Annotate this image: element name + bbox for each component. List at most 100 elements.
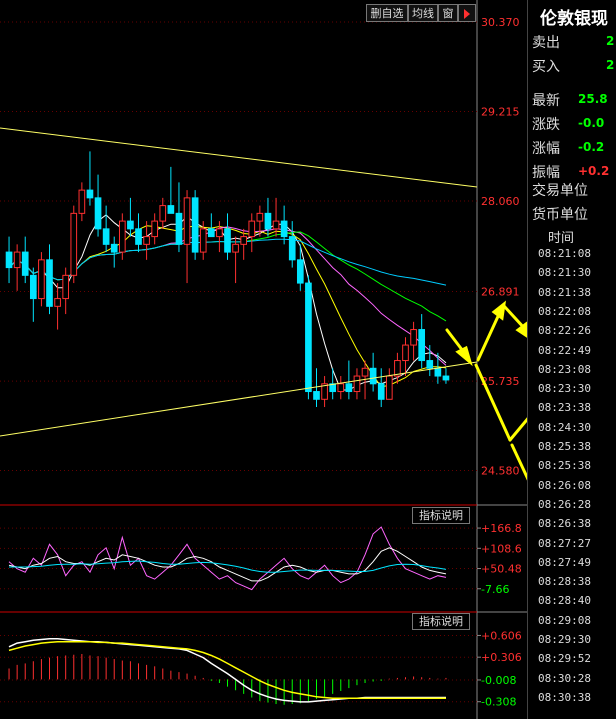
indicator-info-button-1[interactable]: 指标说明 [412,507,470,524]
ind2-tick-label: +0.306 [481,651,522,664]
ind2-tick-label: -0.008 [481,674,516,687]
quote-label: 振幅 [532,165,560,181]
candle-body [191,197,199,253]
quote-value: 2 [606,58,615,72]
tick-time: 08:30:38 [538,690,591,704]
currency-unit-label: 货币单位 [532,207,588,223]
price-tick-label: 28.060 [481,195,520,208]
tick-time: 08:21:08 [538,247,591,260]
quote-label: 最新 [532,93,560,109]
instrument-title: 伦敦银现 [540,9,608,29]
candle-body [135,228,142,245]
candle-body [442,375,450,381]
macd-dea-line [8,640,446,699]
quote-value: -0.0 [578,116,605,130]
candle-body [13,251,21,269]
ind1-tick-label: +108.6 [481,542,522,555]
candle-body [240,236,248,245]
candle-body [46,259,53,307]
time-header: 时间 [548,231,575,246]
trade-unit-label: 交易单位 [532,183,588,199]
candle-body [54,298,61,307]
candle-body [232,243,239,253]
candle-body [305,282,312,393]
candle-body [248,220,256,238]
candle-body [143,236,150,245]
candle-body [256,212,264,222]
macd-dif-line [8,638,446,703]
tick-time: 08:25:38 [538,440,591,453]
candle-body [199,228,207,253]
candle-body [207,228,215,238]
tick-time: 08:26:38 [538,517,591,531]
tick-time: 08:23:30 [538,382,591,396]
tick-time: 08:25:38 [538,459,591,473]
quote-value: -0.2 [578,140,605,154]
quote-value: +0.2 [578,164,610,178]
tick-time: 08:29:30 [538,633,591,646]
tick-time: 08:28:38 [538,575,591,589]
candle-body [385,375,393,400]
candle-body [94,197,102,230]
quote-value: 25.8 [578,92,608,106]
quote-label: 涨跌 [532,117,560,133]
candle-body [272,220,280,230]
trendline-upper[interactable] [0,127,478,188]
chart-area[interactable]: 30.37029.21528.06026.89125.73524.580 +16… [0,0,616,719]
quote-panel: 伦敦银现 卖出 2 买入 2 最新 25.8 涨跌 -0.0 涨幅 -0.2 振幅 +0.2 交易单位… [527,0,616,719]
indicator-info-button-2[interactable]: 指标说明 [412,613,470,630]
candle-body [38,259,45,300]
candle-body [434,367,442,377]
candle-body [345,383,353,393]
tick-time: 08:29:08 [538,613,591,627]
ind1-tick-label: +50.48 [481,563,522,576]
candle-body [167,205,175,214]
tick-time: 08:28:40 [538,594,591,608]
candle-body [280,220,288,238]
trendline-lower[interactable] [0,361,478,437]
moving-average-button[interactable]: 均线 [408,4,438,22]
tick-time: 08:26:28 [538,497,591,511]
candle-body [216,228,223,238]
candle-body [21,251,29,276]
candle-body [175,212,183,245]
candle-body [264,212,272,230]
quote-label: 涨幅 [532,141,560,157]
candle-body [288,236,296,261]
tick-time: 08:22:26 [538,324,591,338]
candle-body [224,228,231,253]
candle-body [337,383,345,393]
candle-body [418,329,426,362]
candle-body [377,383,385,400]
candle-body [410,329,417,346]
tick-time: 08:23:08 [538,362,591,376]
candle-body [353,375,361,393]
play-icon [464,9,470,19]
tick-time: 08:21:38 [538,285,591,299]
tick-time: 08:27:27 [538,536,591,550]
quote-label: 卖出 [532,35,560,51]
tick-time: 08:30:28 [538,671,591,685]
candle-body [29,274,37,300]
candle-body [183,197,191,245]
candle-body [296,259,304,284]
candle-body [313,391,320,400]
candle-body [110,243,118,253]
candle-body [102,228,110,245]
price-tick-label: 29.215 [481,105,520,118]
tick-time: 08:21:30 [538,266,591,280]
ind2-tick-label: -0.308 [481,696,516,709]
play-button[interactable] [458,4,476,22]
candle-body [118,220,126,253]
window-button[interactable]: 窗 [438,4,458,22]
candle-body [86,189,94,199]
price-tick-label: 30.370 [481,16,520,29]
tick-time: 08:27:49 [538,555,591,569]
candle-body [361,367,369,377]
delete-watchlist-button[interactable]: 删自选 [366,4,408,22]
tick-time: 08:23:38 [538,401,591,415]
candle-body [78,189,86,214]
candle-body [159,205,167,222]
candle-body [127,220,134,230]
quote-label: 买入 [532,59,560,75]
